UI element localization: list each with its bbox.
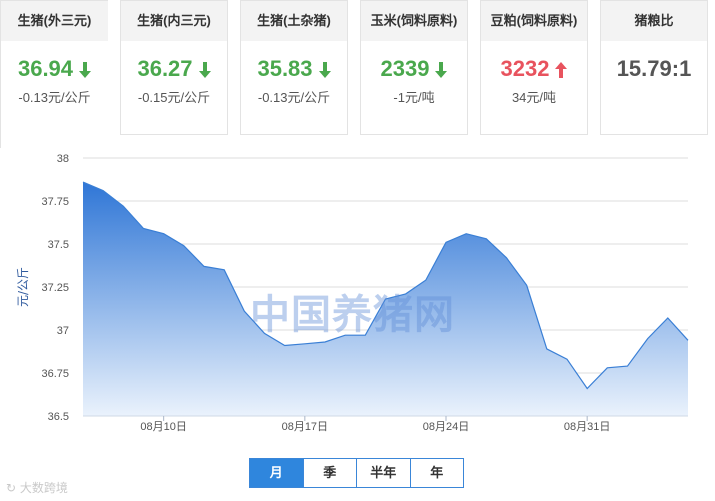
range-halfyear-button[interactable]: 半年 [356,459,410,487]
card-price: 15.79:1 [601,55,707,83]
price-chart: 38 37.75 37.5 37.25 37 36.75 36.5 08月10日 08月17日 0… [0,148,715,501]
card-price: 35.83 [241,55,347,83]
price-card-corn[interactable]: 玉米(饲料原料) 2339 -1元/吨 [360,0,468,135]
arrow-up-icon [555,57,568,85]
card-change: -1元/吨 [393,90,435,105]
y-tick-label: 37.75 [41,196,69,208]
card-price: 36.94 [1,55,108,83]
card-price: 2339 [361,55,467,83]
price-value: 35.83 [257,56,313,81]
price-value: 2339 [380,56,430,81]
price-value: 15.79:1 [616,56,692,81]
y-tick-label: 37 [57,325,69,337]
card-change: -0.15元/公斤 [137,90,211,105]
price-value: 36.94 [17,56,74,81]
card-title: 生猪(外三元) [1,1,108,41]
price-card-soymeal[interactable]: 豆粕(饲料原料) 3232 34元/吨 [480,0,588,135]
y-tick-label: 38 [57,153,69,165]
x-tick-label: 08月31日 [564,421,610,433]
x-tick-label: 08月17日 [282,421,328,433]
arrow-down-icon [198,57,211,85]
price-card-pig-inner[interactable]: 生猪(内三元) 36.27 -0.15元/公斤 [120,0,228,135]
y-axis-label: 元/公斤 [16,267,30,307]
arrow-down-icon [435,57,448,85]
arrow-down-icon [318,57,331,85]
card-title: 生猪(内三元) [121,1,227,41]
x-tick-label: 08月10日 [140,421,186,433]
price-value: 36.27 [137,56,193,81]
card-title: 豆粕(饲料原料) [481,1,587,41]
price-card-pig-native[interactable]: 生猪(土杂猪) 35.83 -0.13元/公斤 [240,0,348,135]
y-tick-label: 36.5 [48,411,69,423]
card-price: 36.27 [121,55,227,83]
price-value: 3232 [500,56,550,81]
card-title: 生猪(土杂猪) [241,1,347,41]
y-tick-label: 37.5 [48,239,69,251]
time-range-selector: 月 季 半年 年 [249,458,464,488]
x-tick-label: 08月24日 [423,421,469,433]
logo-text: 大数跨境 [19,481,68,495]
price-cards: 生猪(外三元) 36.94 -0.13元/公斤 生猪(内三元) 36.27 -0… [0,0,715,148]
arrow-down-icon [79,57,92,85]
card-change: 34元/吨 [511,90,557,105]
y-tick-label: 37.25 [41,282,69,294]
range-month-button[interactable]: 月 [250,459,303,487]
card-title: 玉米(饲料原料) [361,1,467,41]
card-change: -0.13元/公斤 [18,90,91,105]
y-tick-label: 36.75 [41,368,69,380]
watermark: 中国养猪网 [250,292,455,338]
card-price: 3232 [481,55,587,83]
price-card-pig-grain-ratio[interactable]: 猪粮比 15.79:1 [600,0,708,135]
range-year-button[interactable]: 年 [409,459,464,487]
brand-logo: ↻ 大数跨境 [6,481,68,495]
price-card-pig-outer[interactable]: 生猪(外三元) 36.94 -0.13元/公斤 [0,0,108,148]
range-quarter-button[interactable]: 季 [302,459,357,487]
card-title: 猪粮比 [601,1,707,41]
card-change: -0.13元/公斤 [257,90,331,105]
